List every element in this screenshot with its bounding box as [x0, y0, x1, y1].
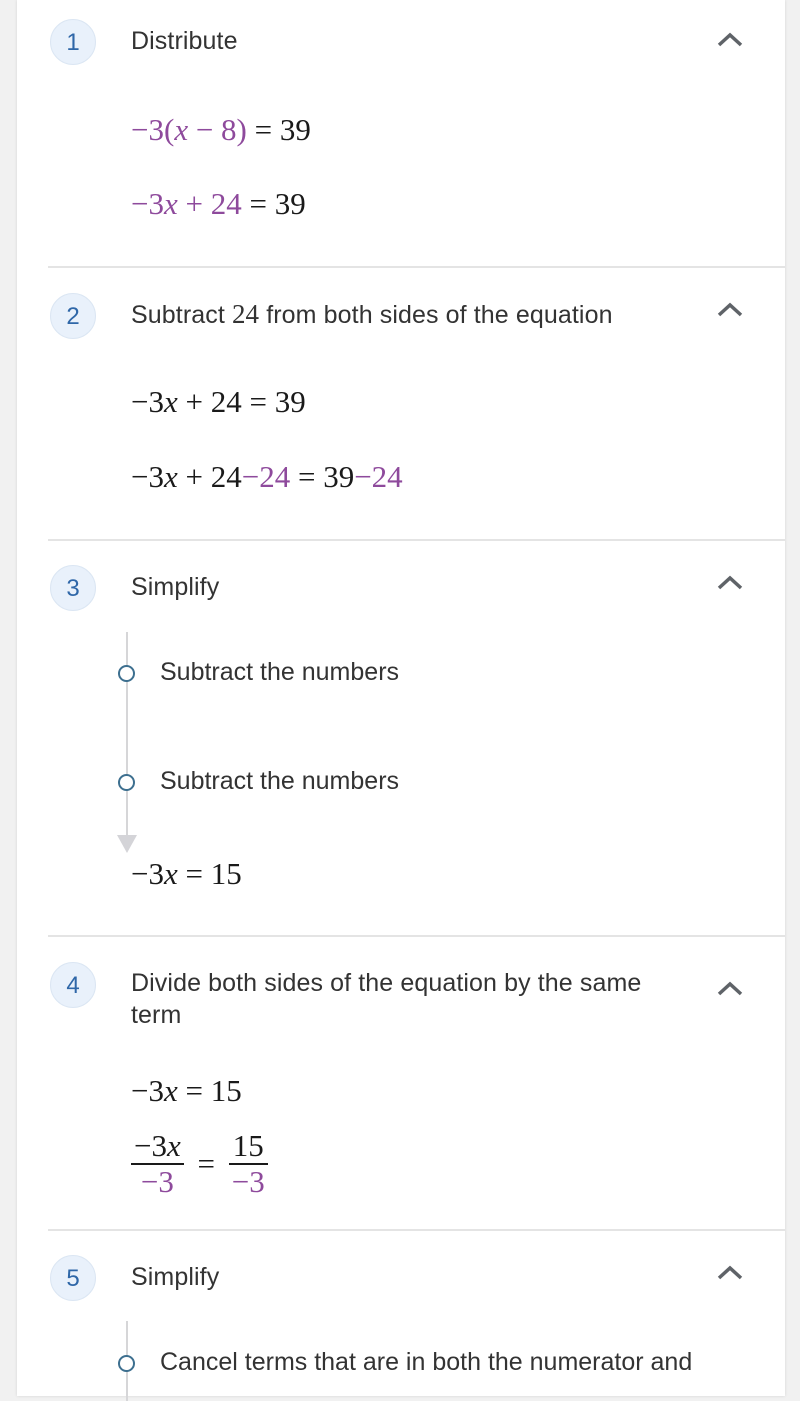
- equation-term: x: [163, 459, 178, 494]
- equation-term: = 39: [241, 186, 306, 221]
- equation-term: −3: [131, 1073, 164, 1108]
- chevron-up-icon[interactable]: [713, 298, 747, 322]
- step-title: Simplify: [131, 1263, 220, 1291]
- chevron-up-icon[interactable]: [713, 28, 747, 52]
- substep-label[interactable]: Subtract the numbers: [160, 766, 399, 796]
- timeline-line: [126, 632, 128, 838]
- step-title: Distribute: [131, 27, 238, 55]
- equation-term: x: [163, 1073, 178, 1108]
- substep-marker-icon: [118, 1355, 135, 1372]
- arrow-down-icon: [117, 835, 137, 853]
- equation: −3x = 15: [131, 856, 242, 892]
- equation-term: −3(: [131, 112, 175, 147]
- equation-term: + 24: [177, 186, 242, 221]
- equation-term: x: [174, 112, 189, 147]
- substep-label[interactable]: Cancel terms that are in both the numera…: [160, 1347, 692, 1377]
- equation-term: = 39: [290, 459, 355, 494]
- substep-label[interactable]: Subtract the numbers: [160, 657, 399, 687]
- equation-term: = 39: [246, 112, 311, 147]
- chevron-up-icon[interactable]: [713, 571, 747, 595]
- step-number-badge: 2: [50, 293, 96, 339]
- step-title: Simplify: [131, 573, 220, 601]
- substep-marker-icon: [118, 774, 135, 791]
- equation-term: x: [163, 186, 178, 221]
- numerator: −3x: [134, 1128, 181, 1163]
- equation-term: −3: [131, 856, 164, 891]
- equation-term: + 24 = 39: [177, 384, 306, 419]
- fraction-right: 15 −3: [228, 1128, 268, 1199]
- equation-term: −24: [354, 459, 403, 494]
- step-number-badge: 1: [50, 19, 96, 65]
- equation-term: − 8): [188, 112, 247, 147]
- equation-term: −24: [241, 459, 291, 494]
- equation-term: x: [163, 384, 178, 419]
- equation: −3(x − 8) = 39: [131, 112, 311, 148]
- equation: −3x + 24 = 39: [131, 384, 306, 420]
- fraction-left: −3x −3: [131, 1129, 184, 1199]
- fraction-equation: −3x −3 = 15 −3: [131, 1129, 268, 1199]
- divider: [48, 935, 785, 937]
- equation: −3x + 24−24 = 39−24: [131, 459, 403, 495]
- equation-term: = 15: [177, 1073, 242, 1108]
- equation-term: −3: [131, 186, 164, 221]
- equation: −3x = 15: [131, 1073, 242, 1109]
- step-number-badge: 4: [50, 962, 96, 1008]
- divider: [48, 539, 785, 541]
- equation-term: x: [163, 856, 178, 891]
- divider: [48, 1229, 785, 1231]
- equals-sign: =: [197, 1146, 215, 1181]
- step-title: Subtract 24 from both sides of the equat…: [131, 299, 613, 329]
- step-title: Divide both sides of the equation by the…: [131, 969, 642, 1029]
- equation-term: −3: [131, 384, 164, 419]
- divider: [48, 266, 785, 268]
- equation-term: + 24: [177, 459, 242, 494]
- step-number-badge: 3: [50, 565, 96, 611]
- substep-marker-icon: [118, 665, 135, 682]
- chevron-up-icon[interactable]: [713, 1261, 747, 1285]
- solution-steps-card: 1 Distribute −3(x − 8) = 39 −3x + 24 = 3…: [17, 0, 785, 1401]
- equation-term: = 15: [177, 856, 242, 891]
- denominator: −3: [231, 1164, 265, 1199]
- step-number-badge: 5: [50, 1255, 96, 1301]
- denominator: −3: [140, 1164, 174, 1199]
- numerator: 15: [232, 1128, 264, 1163]
- equation-term: −3: [131, 459, 164, 494]
- equation: −3x + 24 = 39: [131, 186, 306, 222]
- chevron-up-icon[interactable]: [713, 977, 747, 1001]
